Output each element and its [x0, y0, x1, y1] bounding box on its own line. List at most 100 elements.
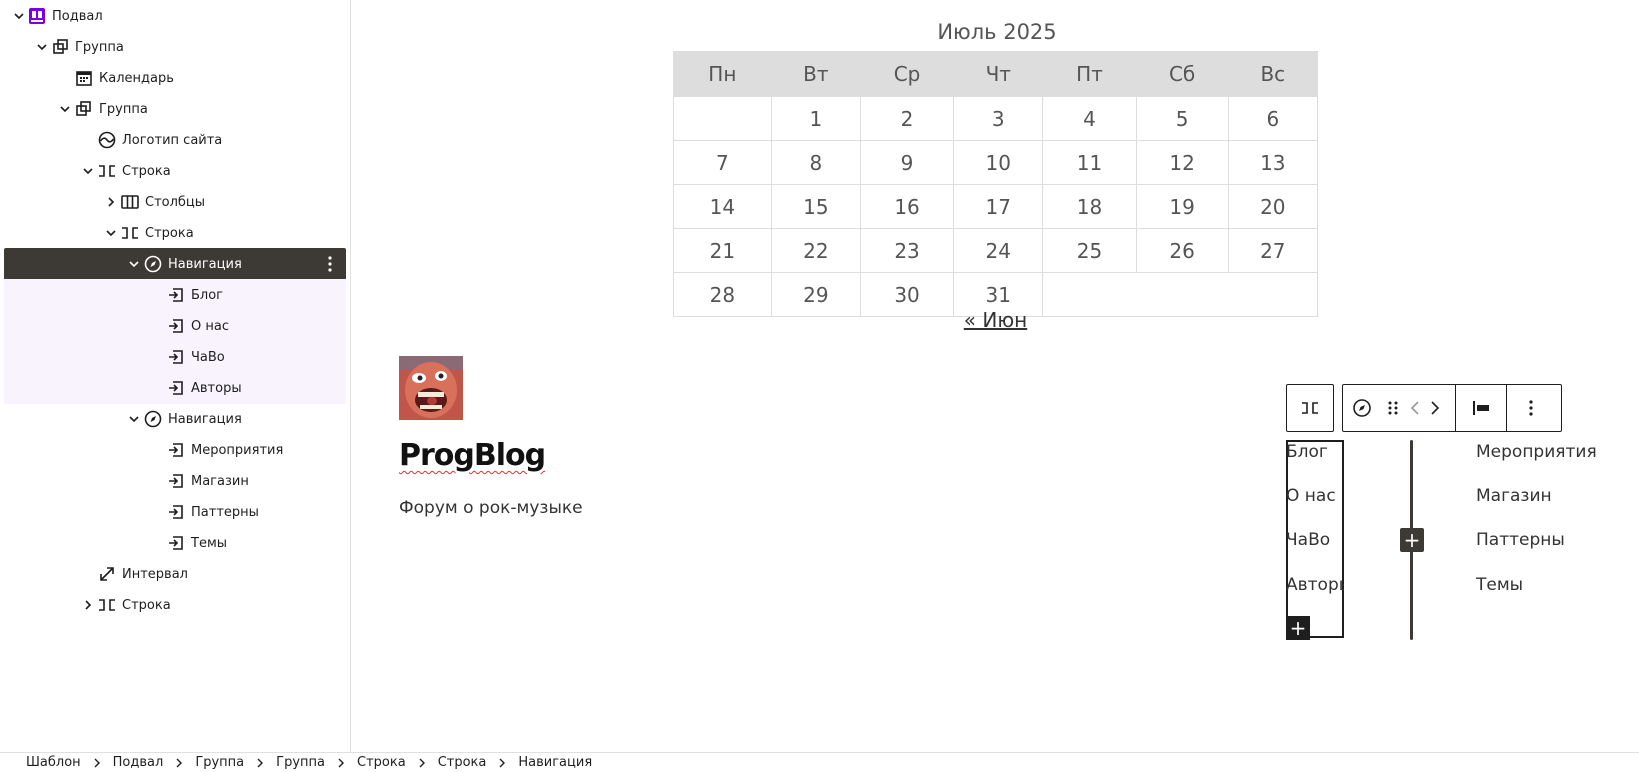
nav-link-icon — [166, 316, 186, 336]
nav-link-patterns[interactable]: Паттерны — [1476, 530, 1565, 550]
chevron-down-icon[interactable] — [11, 8, 27, 24]
calendar-day: 17 — [953, 184, 1044, 229]
list-view-item-label: О нас — [191, 318, 229, 334]
weekday-header: Вт — [770, 51, 861, 97]
calendar-day: 2 — [859, 96, 955, 141]
site-logo-image[interactable] — [399, 356, 463, 420]
chevron-down-icon[interactable] — [80, 163, 96, 179]
calendar-day: 23 — [859, 228, 955, 273]
breadcrumb-item[interactable]: Группа — [268, 755, 333, 770]
list-view-item-8[interactable]: Навигация — [4, 248, 346, 280]
list-view-item-13[interactable]: Навигация — [4, 403, 346, 435]
calendar-day: 6 — [1227, 96, 1319, 141]
calendar-day: 13 — [1227, 140, 1319, 185]
chevron-down-icon[interactable] — [34, 39, 50, 55]
more-options-icon[interactable] — [320, 252, 340, 276]
list-view-item-11[interactable]: ЧаВо — [4, 341, 346, 373]
breadcrumb-item[interactable]: Строка — [430, 755, 495, 770]
navigation-icon[interactable] — [1343, 385, 1381, 431]
chevron-down-icon[interactable] — [126, 411, 142, 427]
chevron-right-icon — [171, 758, 187, 768]
list-view-item-12[interactable]: Авторы — [4, 372, 346, 404]
list-view-item-7[interactable]: Строка — [4, 217, 346, 249]
justify-left-icon[interactable] — [1456, 385, 1506, 431]
list-view-item-9[interactable]: Блог — [4, 279, 346, 311]
nav-link-authors[interactable]: Авторы — [1286, 575, 1344, 595]
calendar-day: 25 — [1042, 228, 1137, 273]
calendar-day: 8 — [770, 140, 861, 185]
chevron-right-icon — [89, 758, 105, 768]
spacer-icon — [97, 564, 117, 584]
list-view-item-5[interactable]: Строка — [4, 155, 346, 187]
list-view-item-19[interactable]: Строка — [4, 589, 346, 621]
list-view-item-15[interactable]: Магазин — [4, 465, 346, 497]
list-view-item-label: ЧаВо — [191, 349, 225, 365]
nav-link-themes[interactable]: Темы — [1476, 575, 1523, 595]
calendar-day: 18 — [1042, 184, 1137, 229]
list-view-item-label: Авторы — [191, 380, 242, 396]
breadcrumb-item: Навигация — [518, 755, 593, 770]
group-icon — [74, 99, 94, 119]
drag-handle-icon[interactable] — [1381, 385, 1405, 431]
breadcrumb-item[interactable]: Строка — [349, 755, 414, 770]
chevron-right-icon[interactable] — [80, 597, 96, 613]
nav-link-blog[interactable]: Блог — [1286, 442, 1328, 462]
list-view-item-label: Группа — [99, 101, 148, 117]
list-view-item-10[interactable]: О нас — [4, 310, 346, 342]
site-title[interactable]: ProgBlog — [399, 438, 546, 473]
weekday-header: Вс — [1227, 51, 1319, 97]
breadcrumb-item[interactable]: Группа — [187, 755, 252, 770]
move-left-icon[interactable] — [1405, 385, 1425, 431]
nav-link-shop[interactable]: Магазин — [1476, 486, 1552, 506]
list-view-item-label: Строка — [122, 597, 171, 613]
chevron-down-icon[interactable] — [57, 101, 73, 117]
add-block-icon[interactable]: + — [1286, 616, 1310, 640]
inserter-plus-icon[interactable]: + — [1400, 528, 1424, 552]
list-view-item-3[interactable]: Группа — [4, 93, 346, 125]
list-view-item-6[interactable]: Столбцы — [4, 186, 346, 218]
list-view-item-label: Группа — [75, 39, 124, 55]
calendar-prev-link[interactable]: « Июн — [964, 308, 1027, 332]
chevron-right-icon — [414, 758, 430, 768]
more-options-icon[interactable] — [1507, 385, 1555, 431]
calendar-week: 7 8 9 10 11 12 13 — [673, 140, 1319, 185]
calendar-week: 21 22 23 24 25 26 27 — [673, 228, 1319, 273]
list-view-item-18[interactable]: Интервал — [4, 558, 346, 590]
list-view-item-label: Блог — [191, 287, 224, 303]
list-view-item-2[interactable]: Календарь — [4, 62, 346, 94]
list-view-item-label: Навигация — [168, 411, 242, 427]
list-view-item-1[interactable]: Группа — [4, 31, 346, 63]
nav-link-events[interactable]: Мероприятия — [1476, 442, 1597, 462]
list-view-item-label: Паттерны — [191, 504, 259, 520]
breadcrumb-item[interactable]: Шаблон — [18, 755, 89, 770]
list-view-item-4[interactable]: Логотип сайта — [4, 124, 346, 156]
nav-link-about[interactable]: О нас — [1286, 486, 1336, 506]
row-icon — [97, 161, 117, 181]
list-view-item-label: Строка — [122, 163, 171, 179]
calendar-day: 22 — [770, 228, 861, 273]
list-view-item-label: Столбцы — [145, 194, 206, 210]
breadcrumb-item[interactable]: Подвал — [105, 755, 172, 770]
chevron-right-icon[interactable] — [103, 194, 119, 210]
nav-link-icon — [166, 533, 186, 553]
nav-link-icon — [166, 378, 186, 398]
list-view-item-0[interactable]: Подвал — [4, 0, 346, 32]
calendar-day: 27 — [1227, 228, 1319, 273]
list-view-item-14[interactable]: Мероприятия — [4, 434, 346, 466]
calendar-table: Пн Вт Ср Чт Пт Сб Вс 1 2 3 4 5 6 7 8 9 10 11 12 13 14 15 16 17… — [673, 51, 1319, 317]
row-icon[interactable] — [1301, 401, 1319, 415]
template-part-icon — [27, 6, 47, 26]
navigation-icon — [143, 254, 163, 274]
chevron-down-icon[interactable] — [103, 225, 119, 241]
nav-link-faq[interactable]: ЧаВо — [1286, 530, 1330, 550]
list-view-item-label: Логотип сайта — [122, 132, 223, 148]
calendar-day: 4 — [1042, 96, 1137, 141]
block-toolbar-parent-select[interactable] — [1286, 384, 1334, 432]
list-view-item-17[interactable]: Темы — [4, 527, 346, 559]
list-view-item-16[interactable]: Паттерны — [4, 496, 346, 528]
chevron-right-icon — [494, 758, 510, 768]
calendar-day: 16 — [859, 184, 955, 229]
move-right-icon[interactable] — [1425, 385, 1445, 431]
nav-link-icon — [166, 471, 186, 491]
chevron-down-icon[interactable] — [126, 256, 142, 272]
